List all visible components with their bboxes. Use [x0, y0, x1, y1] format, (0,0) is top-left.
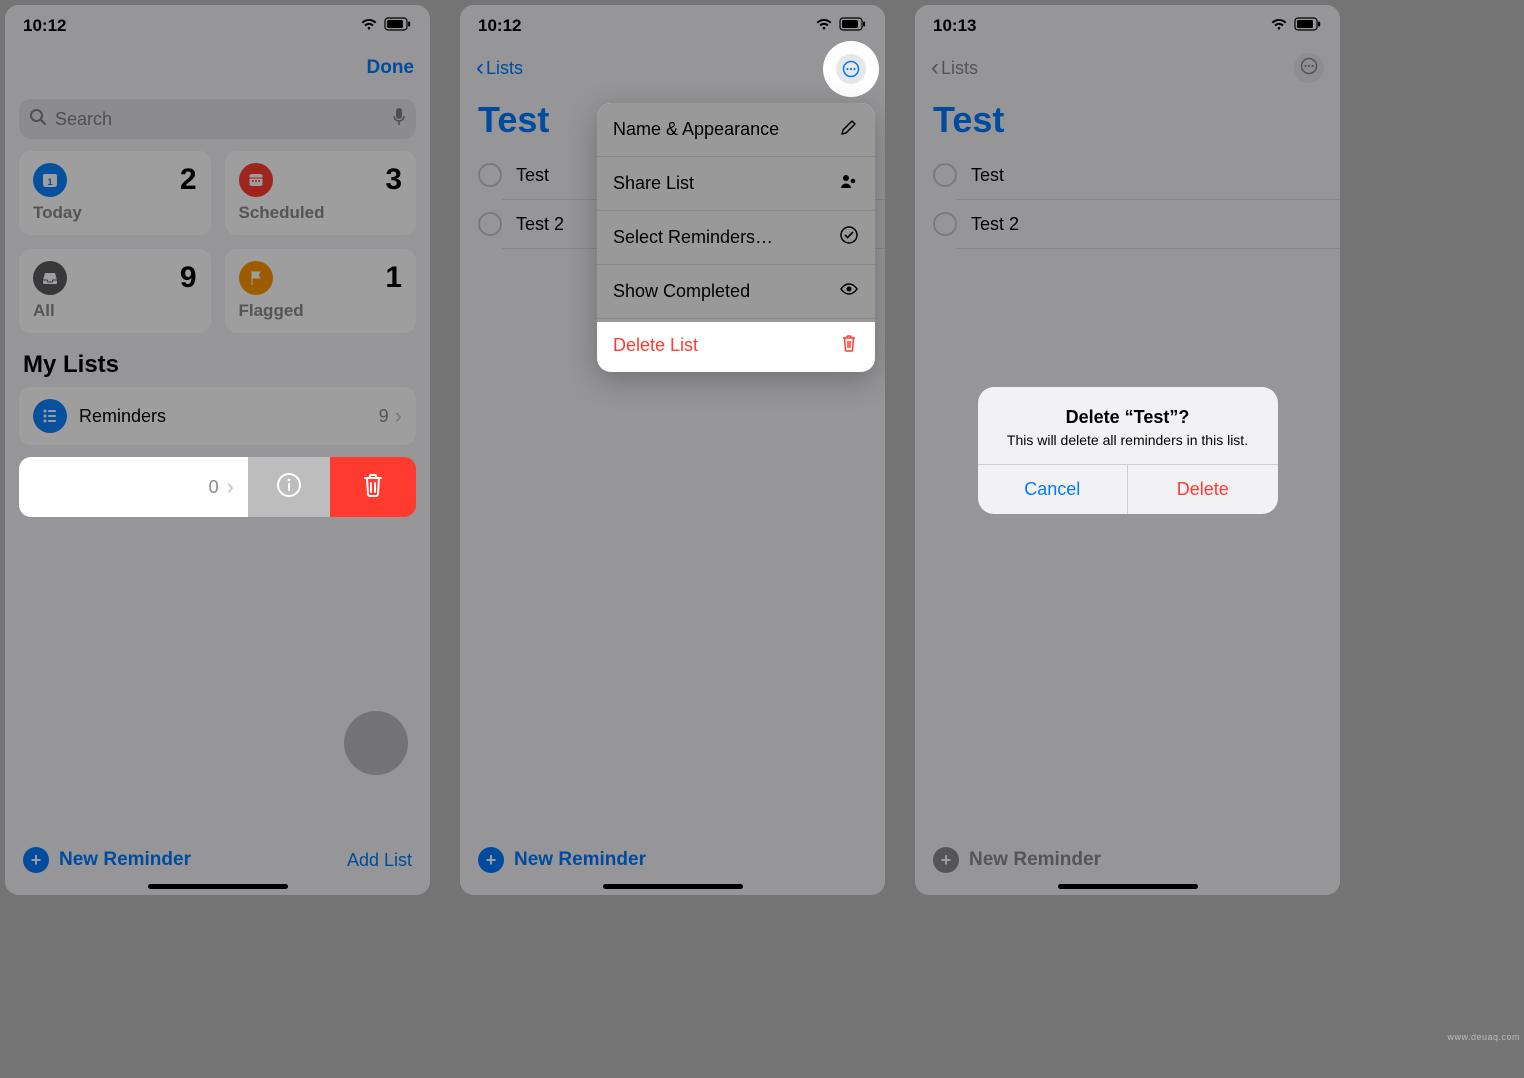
battery-icon	[839, 16, 867, 36]
scheduled-count: 3	[385, 163, 402, 197]
menu-delete-list[interactable]: Delete List	[597, 319, 875, 372]
search-input[interactable]: Search	[19, 99, 416, 139]
new-reminder-button[interactable]: + New Reminder	[23, 847, 191, 873]
alert-message: This will delete all reminders in this l…	[996, 432, 1260, 448]
menu-show-completed[interactable]: Show Completed	[597, 265, 875, 319]
delete-list-alert-screen: 10:13 ‹ Lists Test Test Test 2 + New Rem…	[915, 5, 1340, 895]
back-label: Lists	[486, 58, 523, 79]
watermark: www.deuaq.com	[1447, 1032, 1520, 1042]
alert-title: Delete “Test”?	[996, 407, 1260, 428]
reminder-toggle-icon[interactable]	[478, 212, 502, 236]
scheduled-label: Scheduled	[239, 203, 403, 223]
calendar-day-icon: 1	[33, 163, 67, 197]
status-bar: 10:12	[460, 5, 885, 47]
eye-icon	[839, 279, 859, 304]
mylists-heading: My Lists	[5, 333, 430, 387]
new-reminder-label: New Reminder	[59, 849, 191, 871]
add-list-button[interactable]: Add List	[347, 850, 412, 871]
flagged-count: 1	[385, 261, 402, 295]
nav-row: ‹ Lists	[460, 47, 885, 93]
home-indicator[interactable]	[148, 884, 288, 889]
flag-icon	[239, 261, 273, 295]
ellipsis-highlight	[823, 41, 879, 97]
pencil-icon	[839, 117, 859, 142]
wifi-icon	[360, 16, 378, 36]
alert-cancel-button[interactable]: Cancel	[978, 465, 1129, 514]
list-name: Reminders	[79, 406, 166, 427]
menu-label: Select Reminders…	[613, 227, 773, 248]
share-people-icon	[839, 171, 859, 196]
assistive-touch-icon[interactable]	[344, 711, 408, 775]
chevron-right-icon	[227, 474, 234, 500]
list-detail-menu-screen: 10:12 ‹ Lists Test Test Test 2 Name & Ap…	[460, 5, 885, 895]
status-time: 10:12	[478, 16, 521, 36]
flagged-label: Flagged	[239, 301, 403, 321]
search-icon	[29, 108, 47, 131]
back-lists-button[interactable]: ‹ Lists	[476, 54, 523, 82]
done-button[interactable]: Done	[367, 57, 415, 79]
list-row-reminders[interactable]: Reminders 9	[19, 387, 416, 445]
alert-delete-button[interactable]: Delete	[1128, 465, 1278, 514]
info-icon	[276, 472, 302, 503]
today-label: Today	[33, 203, 197, 223]
swiped-list-row: 0	[19, 457, 416, 517]
status-bar: 10:12	[5, 5, 430, 47]
home-indicator[interactable]	[603, 884, 743, 889]
swipe-delete-button[interactable]	[330, 457, 416, 517]
battery-icon	[384, 16, 412, 36]
tray-icon	[33, 261, 67, 295]
swiped-list-count: 0	[209, 477, 219, 498]
swiped-list-content[interactable]: 0	[19, 457, 248, 517]
menu-select-reminders[interactable]: Select Reminders…	[597, 211, 875, 265]
today-card[interactable]: 1 2 Today	[19, 151, 211, 235]
menu-name-appearance[interactable]: Name & Appearance	[597, 103, 875, 157]
new-reminder-button[interactable]: + New Reminder	[478, 847, 646, 873]
plus-circle-icon: +	[23, 847, 49, 873]
mic-icon[interactable]	[392, 107, 406, 132]
delete-confirm-alert: Delete “Test”? This will delete all remi…	[978, 387, 1278, 514]
list-options-menu: Name & Appearance Share List Select Remi…	[597, 103, 875, 372]
svg-text:1: 1	[47, 177, 52, 187]
list-count: 9	[379, 406, 389, 427]
reminders-main-screen: 10:12 Done Search 1 2 Today 3 Scheduled	[5, 5, 430, 895]
plus-circle-icon: +	[478, 847, 504, 873]
menu-label: Show Completed	[613, 281, 750, 302]
flagged-card[interactable]: 1 Flagged	[225, 249, 417, 333]
search-placeholder: Search	[55, 109, 112, 130]
scheduled-card[interactable]: 3 Scheduled	[225, 151, 417, 235]
trash-icon	[839, 333, 859, 358]
home-indicator[interactable]	[1058, 884, 1198, 889]
list-bullet-icon	[33, 399, 67, 433]
menu-share-list[interactable]: Share List	[597, 157, 875, 211]
checkmark-circle-icon	[839, 225, 859, 250]
menu-label: Delete List	[613, 335, 698, 356]
chevron-right-icon	[395, 403, 402, 429]
trash-icon	[361, 472, 385, 503]
new-reminder-label: New Reminder	[514, 849, 646, 871]
status-time: 10:12	[23, 16, 66, 36]
wifi-icon	[815, 16, 833, 36]
all-label: All	[33, 301, 197, 321]
all-count: 9	[180, 261, 197, 295]
reminder-label: Test	[516, 165, 549, 186]
calendar-icon	[239, 163, 273, 197]
chevron-left-icon: ‹	[476, 54, 484, 82]
reminder-label: Test 2	[516, 214, 564, 235]
reminder-toggle-icon[interactable]	[478, 163, 502, 187]
nav-row: Done	[5, 47, 430, 93]
menu-label: Share List	[613, 173, 694, 194]
menu-label: Name & Appearance	[613, 119, 779, 140]
today-count: 2	[180, 163, 197, 197]
alert-backdrop: Delete “Test”? This will delete all remi…	[915, 5, 1340, 895]
all-card[interactable]: 9 All	[19, 249, 211, 333]
swipe-info-button[interactable]	[248, 457, 330, 517]
